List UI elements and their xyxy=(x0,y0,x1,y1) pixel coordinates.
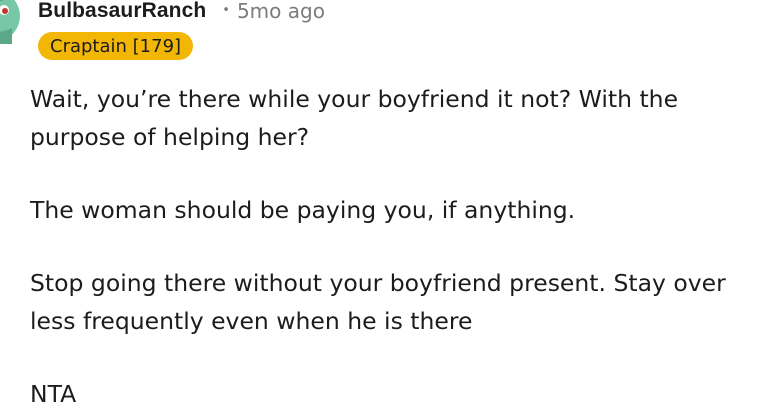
timestamp[interactable]: 5mo ago xyxy=(237,0,325,23)
user-flair-badge: Craptain [179] xyxy=(38,32,194,60)
comment-body: Wait, you’re there while your boyfriend … xyxy=(30,80,755,412)
comment-paragraph: Wait, you’re there while your boyfriend … xyxy=(30,85,679,151)
comment-header: BulbasaurRanch • 5mo ago xyxy=(38,0,325,25)
comment-paragraph: Stop going there without your boyfriend … xyxy=(30,269,726,335)
comment-paragraph: The woman should be paying you, if anyth… xyxy=(30,196,576,224)
comment-paragraph: NTA xyxy=(30,380,77,408)
user-avatar-icon[interactable] xyxy=(0,0,20,44)
username-link[interactable]: BulbasaurRanch xyxy=(38,0,206,23)
meta-separator: • xyxy=(222,2,230,18)
